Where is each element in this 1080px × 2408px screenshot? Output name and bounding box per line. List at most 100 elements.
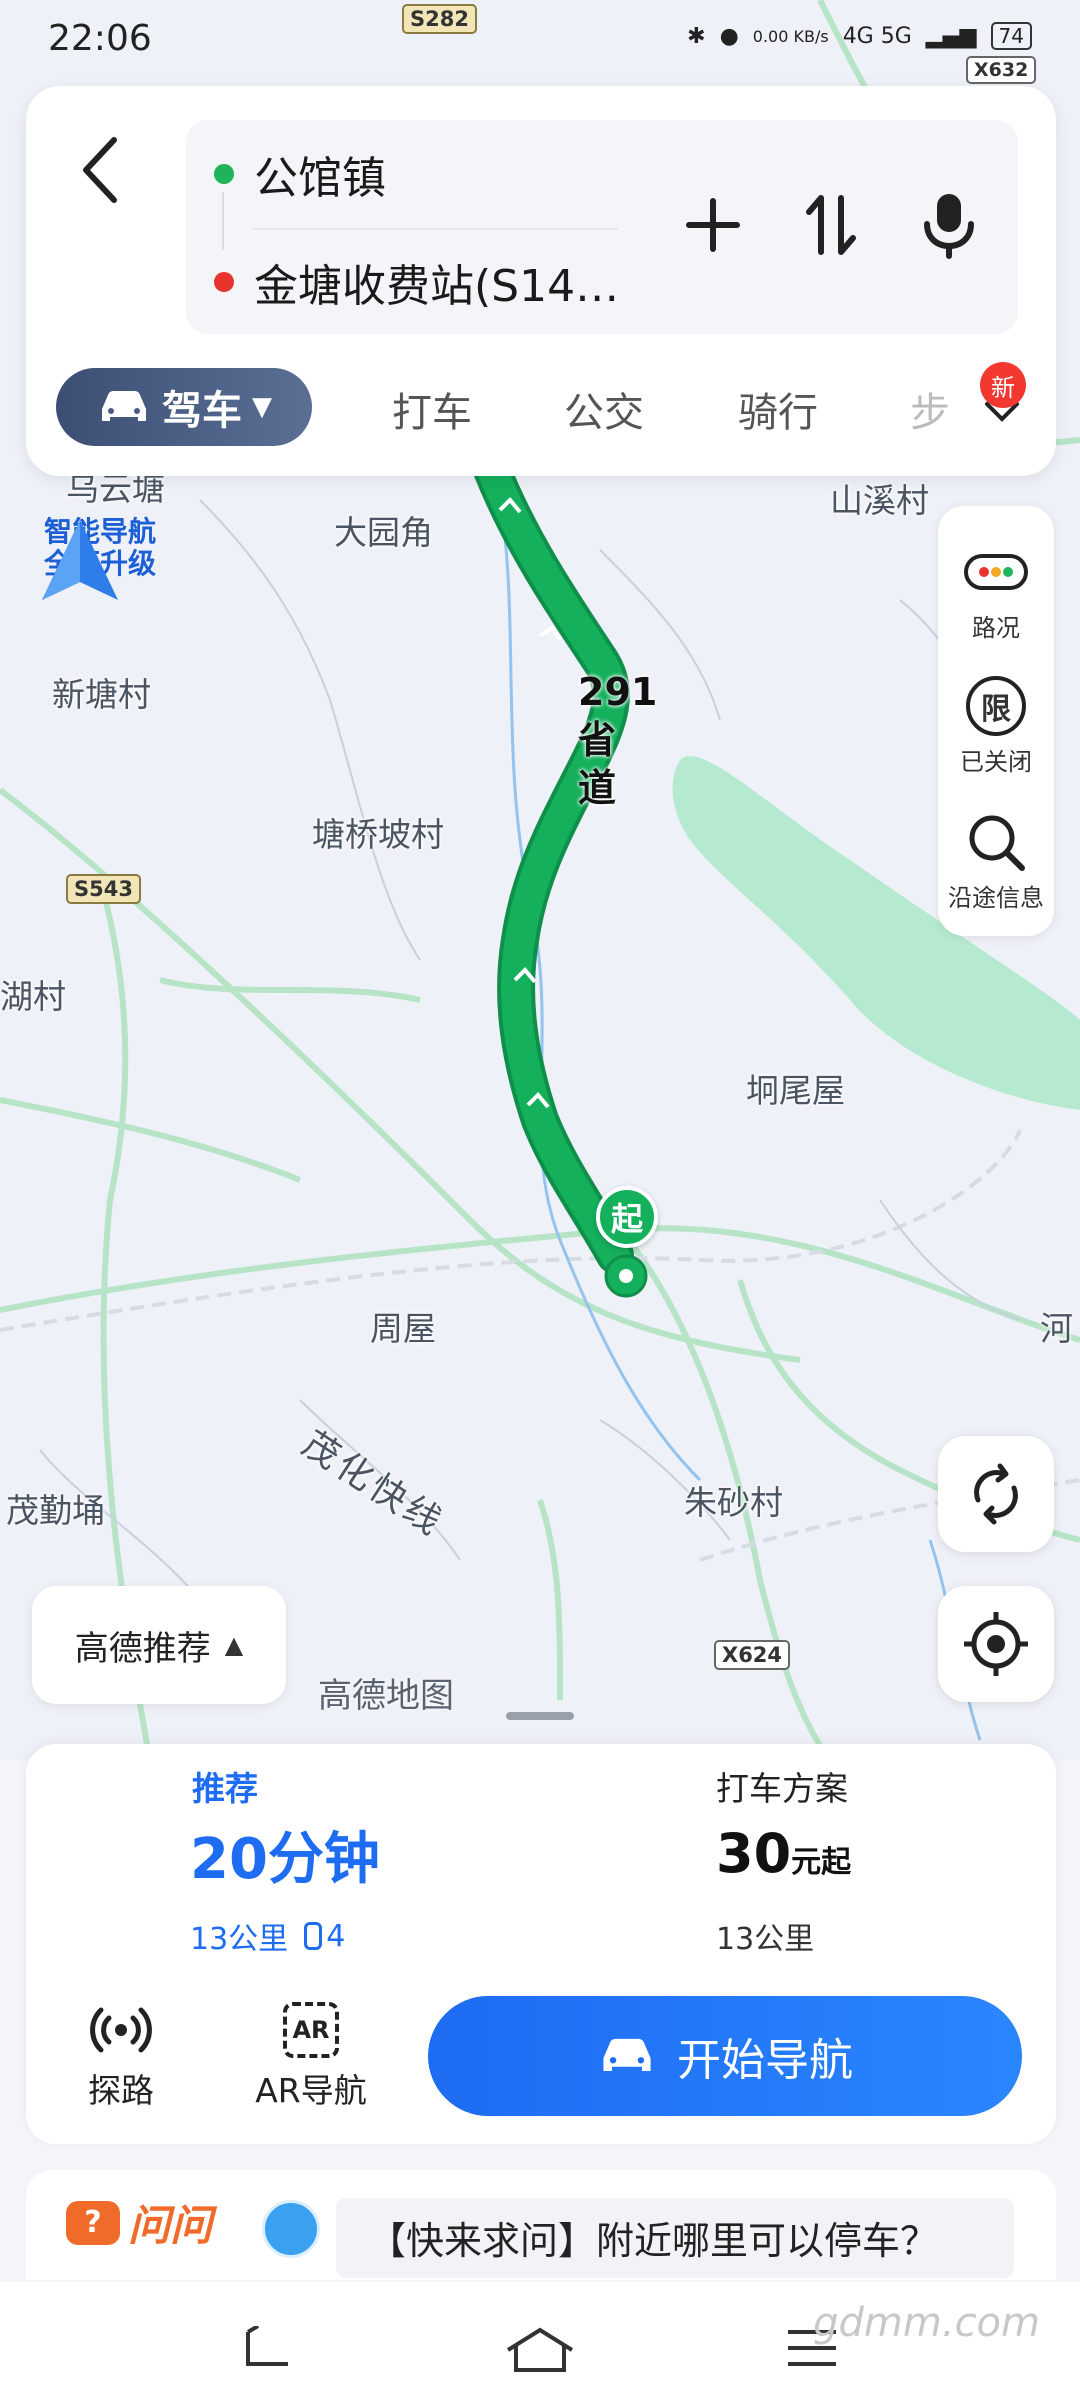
place-label: 湖村 xyxy=(0,977,66,1016)
origin-dot xyxy=(214,164,234,184)
refresh-route-button[interactable] xyxy=(938,1436,1054,1552)
explore-label: 探路 xyxy=(88,2071,154,2110)
mode-tab-bike[interactable]: 骑行 xyxy=(738,380,818,438)
signal-icon: ▂▄▆ xyxy=(925,23,977,49)
broadcast-icon xyxy=(90,2007,152,2053)
place-label: 朱砂村 xyxy=(684,1483,783,1522)
start-marker: 起 xyxy=(596,1186,658,1248)
place-label: 山溪村 xyxy=(830,481,929,520)
taxi-price-unit: 元起 xyxy=(791,1845,852,1880)
connector-line xyxy=(222,192,224,250)
ar-label: AR导航 xyxy=(255,2071,367,2110)
plus-icon xyxy=(686,198,740,252)
mode-tab-taxi[interactable]: 打车 xyxy=(392,380,472,438)
road-shield: X624 xyxy=(714,1640,791,1670)
swap-button[interactable] xyxy=(788,182,874,268)
traffic-light-count: 4 xyxy=(304,1919,345,1954)
caret-up-icon: ▲ xyxy=(224,1631,244,1659)
watermark: gdmm.com xyxy=(813,2300,1040,2346)
back-nav-icon xyxy=(246,2324,288,2366)
route-name-label: 291省道 xyxy=(578,670,658,810)
home-icon xyxy=(506,2327,574,2372)
road-shield: S543 xyxy=(66,874,141,904)
locate-me-button[interactable] xyxy=(938,1586,1054,1702)
destination-text: 金塘收费站(S14… xyxy=(254,261,620,312)
origin-text: 公馆镇 xyxy=(254,153,386,204)
along-route-button[interactable]: 沿途信息 xyxy=(938,806,1054,913)
start-navigation-label: 开始导航 xyxy=(677,2035,853,2086)
voice-button[interactable] xyxy=(906,182,992,268)
car-icon xyxy=(102,391,146,421)
mode-tab-drive-label: 驾车 xyxy=(162,388,242,434)
locate-icon xyxy=(964,1612,1028,1676)
start-navigation-button[interactable]: 开始导航 xyxy=(428,1996,1022,2116)
back-arrow-icon xyxy=(83,137,117,203)
taxi-title: 打车方案 xyxy=(716,1769,848,1808)
ai-navigation-badge[interactable]: 智能导航 全面升级 xyxy=(30,516,170,600)
route-search-card: 公馆镇 金塘收费站(S14… 驾车 ▼ 打车 公交 骑行 步 新 xyxy=(26,86,1056,476)
ar-navigation-button[interactable]: AR AR导航 xyxy=(246,1996,376,2112)
new-badge: 新 xyxy=(980,362,1026,408)
place-label: 周屋 xyxy=(370,1309,436,1348)
mode-tab-transit[interactable]: 公交 xyxy=(564,380,644,438)
search-icon xyxy=(969,815,1025,871)
ar-icon: AR xyxy=(283,2002,339,2058)
signal-light-icon xyxy=(304,1922,323,1950)
ask-brand[interactable]: ? 问问 xyxy=(66,2192,212,2253)
microphone-icon xyxy=(924,194,974,259)
sheet-handle[interactable] xyxy=(506,1712,574,1720)
taxi-price: 30 元起 xyxy=(716,1822,851,1885)
refresh-icon xyxy=(974,1463,1018,1525)
bluetooth-icon: ✱ xyxy=(687,23,706,49)
add-waypoint-button[interactable] xyxy=(670,182,756,268)
route-duration: 20分钟 xyxy=(190,1827,380,1892)
input-divider xyxy=(252,228,618,230)
swap-icon xyxy=(806,195,856,255)
place-label: 河 xyxy=(1040,1309,1073,1348)
back-nav-button[interactable] xyxy=(240,2324,296,2374)
recommend-filter-button[interactable]: 高德推荐 ▲ xyxy=(32,1586,286,1704)
back-button[interactable] xyxy=(70,130,130,210)
destination-dot xyxy=(214,272,234,292)
route-option-recommended[interactable]: 推荐 20分钟 13公里 4 xyxy=(26,1744,546,1974)
taxi-price-value: 30 xyxy=(716,1822,792,1885)
net-speed: 0.00 KB/s xyxy=(752,26,829,46)
caret-down-icon: ▼ xyxy=(252,392,272,422)
clock: 22:06 xyxy=(48,18,152,59)
origin-field[interactable]: 公馆镇 xyxy=(214,142,386,206)
mode-tab-walk[interactable]: 步 xyxy=(910,380,950,438)
ask-question[interactable]: 【快来求问】附近哪里可以停车？ xyxy=(336,2198,1014,2278)
recommend-filter-label: 高德推荐 xyxy=(74,1628,211,1669)
traffic-light-icon xyxy=(964,554,1028,590)
route-distance: 13公里 xyxy=(190,1922,289,1957)
along-route-label: 沿途信息 xyxy=(948,884,1044,912)
mode-tab-drive[interactable]: 驾车 ▼ xyxy=(56,368,312,446)
place-label: 塘桥坡村 xyxy=(312,815,444,854)
traffic-label: 路况 xyxy=(972,614,1020,642)
location-icon: ● xyxy=(719,23,739,49)
network-type: 4G 5G xyxy=(842,23,912,49)
map-logo: 高德地图 xyxy=(318,1676,454,1716)
place-label: 茂勤埇 xyxy=(6,1491,105,1530)
route-tag: 推荐 xyxy=(192,1769,258,1808)
place-label: 新塘村 xyxy=(52,675,151,714)
place-label: 大园角 xyxy=(334,513,433,552)
route-inputs: 公馆镇 金塘收费站(S14… xyxy=(186,120,1018,334)
traffic-toggle[interactable]: 路况 xyxy=(938,536,1054,643)
status-bar: 22:06 ✱ ● 0.00 KB/s 4G 5G ▂▄▆ 74 xyxy=(0,0,1080,80)
taxi-distance: 13公里 xyxy=(716,1922,815,1957)
battery: 74 xyxy=(990,22,1032,50)
destination-field[interactable]: 金塘收费站(S14… xyxy=(214,250,619,314)
navigation-arrow-icon xyxy=(42,520,118,600)
home-nav-button[interactable] xyxy=(504,2326,576,2378)
restriction-toggle[interactable]: 限 已关闭 xyxy=(938,670,1054,777)
taxi-plan[interactable]: 打车方案 30 元起 13公里 xyxy=(716,1744,1036,1974)
ask-brand-label: 问问 xyxy=(128,2201,213,2250)
chat-icon: ? xyxy=(66,2200,120,2245)
car-icon xyxy=(603,2038,651,2071)
ask-card: ? 问问 【快来求问】附近哪里可以停车？ xyxy=(26,2170,1056,2280)
route-meta: 13公里 4 xyxy=(190,1914,345,1958)
mascot-avatar xyxy=(262,2200,320,2258)
restriction-icon: 限 xyxy=(966,676,1026,736)
explore-button[interactable]: 探路 xyxy=(56,1996,186,2112)
